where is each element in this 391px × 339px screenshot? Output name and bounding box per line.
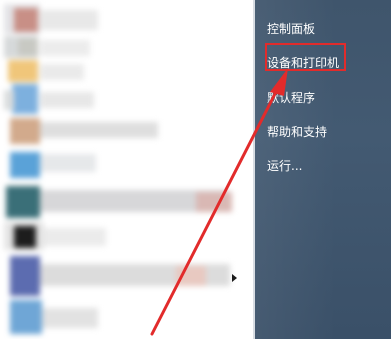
pixelated-program-list — [0, 0, 255, 339]
system-links-panel: 控制面板 设备和打印机 默认程序 帮助和支持 运行... — [255, 0, 391, 339]
menu-item-devices-and-printers[interactable]: 设备和打印机 — [267, 51, 339, 75]
menu-item-run[interactable]: 运行... — [267, 154, 302, 178]
chevron-right-icon[interactable] — [232, 274, 237, 282]
menu-item-control-panel[interactable]: 控制面板 — [267, 17, 315, 41]
program-list-panel — [0, 0, 255, 339]
start-menu: 控制面板 设备和打印机 默认程序 帮助和支持 运行... — [0, 0, 391, 339]
menu-item-default-programs[interactable]: 默认程序 — [267, 86, 315, 110]
menu-item-help-and-support[interactable]: 帮助和支持 — [267, 120, 327, 144]
